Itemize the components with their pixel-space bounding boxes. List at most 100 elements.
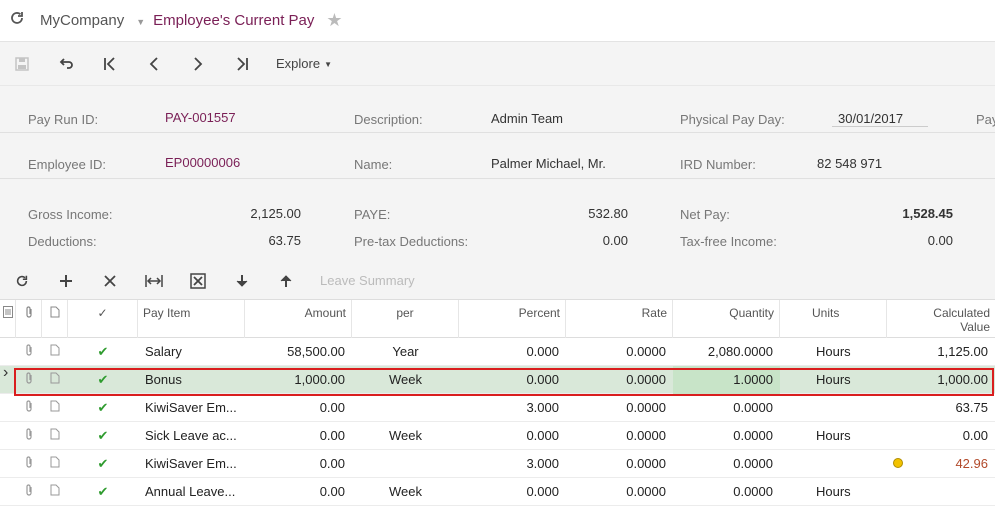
fit-columns-icon[interactable] <box>132 262 176 300</box>
cell-pay-item[interactable]: Bonus <box>138 366 245 394</box>
active-check-icon[interactable]: ✔ <box>68 422 138 450</box>
favorite-star-icon[interactable]: ★ <box>326 10 342 31</box>
table-row[interactable]: ✔ Salary 58,500.00 Year 0.000 0.0000 2,080.000… <box>0 338 995 366</box>
cell-per: Week <box>389 484 422 499</box>
attachment-icon[interactable] <box>16 422 42 450</box>
cell-rate: 0.0000 <box>626 400 666 415</box>
cell-units: Hours <box>816 372 851 387</box>
previous-record-icon[interactable] <box>132 42 176 86</box>
column-amount[interactable]: Amount <box>245 300 352 338</box>
company-selector[interactable]: MyCompany <box>40 12 124 29</box>
note-icon[interactable] <box>42 394 68 422</box>
cell-amount[interactable]: 58,500.00 <box>245 338 352 366</box>
employee-id-link[interactable]: EP00000006 <box>165 155 240 170</box>
cell-rate: 0.0000 <box>626 344 666 359</box>
active-check-icon[interactable]: ✔ <box>68 366 138 394</box>
undo-icon[interactable] <box>44 42 88 86</box>
physical-pay-day-field[interactable]: 30/01/2017 <box>832 111 928 127</box>
warning-icon[interactable] <box>893 458 903 468</box>
cell-quantity[interactable]: 0.0000 <box>673 422 780 450</box>
active-check-icon[interactable]: ✔ <box>68 338 138 366</box>
cell-amount[interactable]: 0.00 <box>245 394 352 422</box>
active-check-icon[interactable]: ✔ <box>68 450 138 478</box>
next-record-icon[interactable] <box>176 42 220 86</box>
net-pay-value: 1,528.45 <box>902 206 953 221</box>
note-icon[interactable] <box>42 366 68 394</box>
cell-calculated-value: 42.96 <box>955 456 988 471</box>
cell-quantity[interactable]: 2,080.0000 <box>673 338 780 366</box>
cell-per: Week <box>389 428 422 443</box>
refresh-icon[interactable] <box>0 10 34 31</box>
leave-summary-button[interactable]: Leave Summary <box>320 273 415 288</box>
column-pay-item[interactable]: Pay Item <box>138 300 245 338</box>
cell-quantity[interactable]: 0.0000 <box>673 478 780 506</box>
attachment-icon[interactable] <box>16 394 42 422</box>
column-settings-icon[interactable] <box>0 300 16 338</box>
pay-run-id-link[interactable]: PAY-001557 <box>165 110 236 125</box>
cell-units: Hours <box>816 428 851 443</box>
table-row[interactable]: ✔ KiwiSaver Em... 0.00 3.000 0.0000 0.0000 63.… <box>0 394 995 422</box>
cell-amount[interactable]: 0.00 <box>245 422 352 450</box>
attachment-icon[interactable] <box>16 338 42 366</box>
active-check-icon[interactable]: ✔ <box>68 478 138 506</box>
column-percent[interactable]: Percent <box>459 300 566 338</box>
cell-percent: 0.000 <box>526 484 559 499</box>
table-row[interactable]: ✔ Annual Leave... 0.00 Week 0.000 0.0000 0.000… <box>0 478 995 506</box>
column-calculated-value[interactable]: Calculated Value <box>887 300 995 338</box>
cell-quantity[interactable]: 0.0000 <box>673 450 780 478</box>
column-per[interactable]: per <box>352 300 459 338</box>
table-row[interactable]: ✔ KiwiSaver Em... 0.00 3.000 0.0000 0.0000 42.… <box>0 450 995 478</box>
cell-per <box>352 394 459 422</box>
cell-pay-item[interactable]: KiwiSaver Em... <box>138 450 245 478</box>
explore-menu[interactable]: Explore ▼ <box>276 56 332 71</box>
first-record-icon[interactable] <box>88 42 132 86</box>
note-icon[interactable] <box>42 478 68 506</box>
active-check-icon[interactable]: ✔ <box>68 394 138 422</box>
cell-pay-item[interactable]: Annual Leave... <box>138 478 245 506</box>
table-row[interactable]: › ✔ Bonus 1,000.00 Week 0.000 0.0000 1.0000 Hour… <box>0 364 995 394</box>
taxfree-income-label: Tax-free Income: <box>680 234 777 249</box>
save-icon[interactable] <box>0 42 44 86</box>
refresh-icon[interactable] <box>0 262 44 300</box>
cell-amount[interactable]: 0.00 <box>245 478 352 506</box>
ird-number-label: IRD Number: <box>680 157 756 172</box>
table-row[interactable]: ✔ Sick Leave ac... 0.00 Week 0.000 0.0000 0.00… <box>0 422 995 450</box>
divider <box>0 178 995 179</box>
paye-label: PAYE: <box>354 207 391 222</box>
last-record-icon[interactable] <box>220 42 264 86</box>
attachment-icon <box>16 300 42 338</box>
add-row-icon[interactable] <box>44 262 88 300</box>
cell-units <box>780 450 887 478</box>
grid-header: ✓ Pay Item Amount per Percent Rate Quant… <box>0 300 995 338</box>
attachment-icon[interactable] <box>16 366 42 394</box>
cell-amount[interactable]: 0.00 <box>245 450 352 478</box>
delete-row-icon[interactable] <box>88 262 132 300</box>
cell-pay-item[interactable]: Sick Leave ac... <box>138 422 245 450</box>
arrow-up-icon[interactable] <box>264 262 308 300</box>
column-quantity[interactable]: Quantity <box>673 300 780 338</box>
arrow-down-icon[interactable] <box>220 262 264 300</box>
pay-run-id-label: Pay Run ID: <box>28 112 99 127</box>
cell-pay-item[interactable]: KiwiSaver Em... <box>138 394 245 422</box>
cell-quantity[interactable]: 1.0000 <box>673 366 780 394</box>
cell-calculated-value <box>887 478 995 506</box>
cell-units: Hours <box>816 484 851 499</box>
attachment-icon[interactable] <box>16 450 42 478</box>
column-rate[interactable]: Rate <box>566 300 673 338</box>
note-icon[interactable] <box>42 338 68 366</box>
export-excel-icon[interactable] <box>176 262 220 300</box>
chevron-down-icon[interactable]: ▼ <box>136 17 145 27</box>
cell-quantity[interactable]: 0.0000 <box>673 394 780 422</box>
grid-toolbar: Leave Summary <box>0 262 995 300</box>
explore-label: Explore <box>276 56 321 71</box>
summary-form: Pay Run ID: PAY-001557 Description: Admi… <box>0 86 995 262</box>
note-icon[interactable] <box>42 422 68 450</box>
attachment-icon[interactable] <box>16 478 42 506</box>
chevron-down-icon: ▼ <box>324 60 332 70</box>
column-units[interactable]: Units <box>780 300 887 338</box>
cell-pay-item[interactable]: Salary <box>138 338 245 366</box>
note-icon[interactable] <box>42 450 68 478</box>
cell-amount[interactable]: 1,000.00 <box>245 366 352 394</box>
cell-per <box>352 450 459 478</box>
cell-percent: 3.000 <box>526 456 559 471</box>
